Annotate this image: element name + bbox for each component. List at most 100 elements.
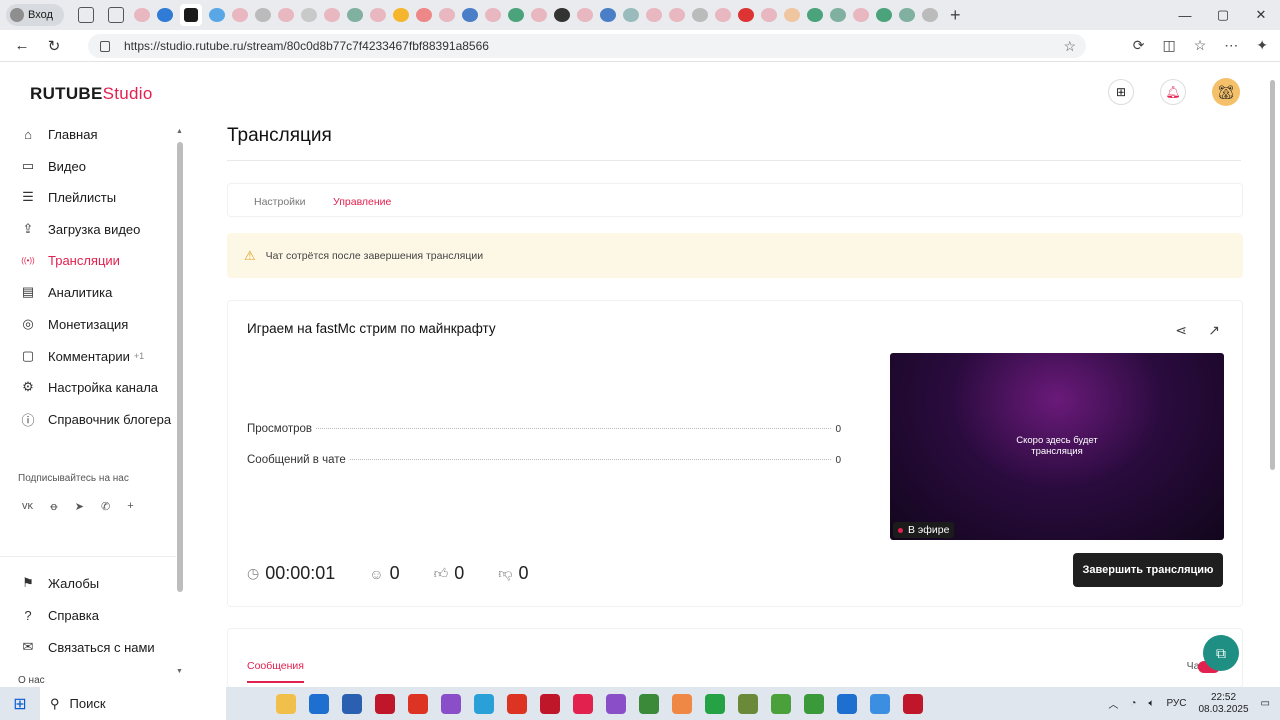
browser-tab[interactable] xyxy=(623,8,639,22)
taskbar-search[interactable]: ⚲ Поиск xyxy=(40,687,226,720)
ok-icon[interactable]: ꝋ xyxy=(50,500,58,513)
taskbar-app-icon[interactable] xyxy=(837,693,857,714)
tab-messages[interactable]: Сообщения xyxy=(247,660,304,672)
sidebar-item[interactable]: ⌂ Главная xyxy=(20,124,97,144)
tray-chevron-icon[interactable]: ︿ xyxy=(1108,696,1118,711)
windows-start-button[interactable]: ⊞ xyxy=(0,687,40,720)
menu-dots-icon[interactable]: ⋯ xyxy=(1224,37,1238,54)
browser-tab[interactable] xyxy=(393,8,409,22)
taskbar-app-icon[interactable] xyxy=(375,693,395,714)
close-window-button[interactable]: ✕ xyxy=(1242,0,1280,30)
page-scrollbar[interactable] xyxy=(1268,70,1277,680)
browser-tab[interactable] xyxy=(439,8,455,22)
sidebar-scroll-up-icon[interactable]: ▲ xyxy=(176,128,183,135)
taskbar-app-icon[interactable] xyxy=(804,693,824,714)
browser-tab[interactable] xyxy=(646,8,662,22)
browser-tab[interactable] xyxy=(807,8,823,22)
taskbar-app-icon[interactable] xyxy=(903,693,923,714)
taskbar-app-icon[interactable] xyxy=(705,693,725,714)
maximize-button[interactable]: ▢ xyxy=(1204,0,1242,30)
sidebar-item[interactable]: ⓘ Справочник блогера xyxy=(20,409,171,429)
add-content-button[interactable]: ⊞ xyxy=(1108,79,1134,105)
back-button[interactable]: ← xyxy=(12,37,32,54)
taskbar-app-icon[interactable] xyxy=(639,693,659,714)
sidebar-item[interactable]: ◎ Монетизация xyxy=(20,314,128,334)
taskbar-app-icon[interactable] xyxy=(606,693,626,714)
browser-tab[interactable] xyxy=(324,8,340,22)
browser-tab[interactable] xyxy=(531,8,547,22)
browser-tab[interactable] xyxy=(180,4,202,26)
favorites-icon[interactable]: ☆ xyxy=(1194,37,1207,54)
taskbar-app-icon[interactable] xyxy=(474,693,494,714)
address-field[interactable]: https://studio.rutube.ru/stream/80c0d8b7… xyxy=(88,34,1086,58)
browser-tab[interactable] xyxy=(370,8,386,22)
browser-tab[interactable] xyxy=(209,8,225,22)
telegram-icon[interactable]: ➤ xyxy=(75,500,84,513)
browser-tab[interactable] xyxy=(485,8,501,22)
sidebar-bottom-item[interactable]: ⚑ Жалобы xyxy=(20,573,99,593)
browser-tab[interactable] xyxy=(784,8,800,22)
browser-tab[interactable] xyxy=(157,8,173,22)
stream-preview[interactable]: Скоро здесь будет трансляция В эфире xyxy=(890,353,1224,540)
taskbar-app-icon[interactable] xyxy=(309,693,329,714)
browser-tab[interactable] xyxy=(301,8,317,22)
end-stream-button[interactable]: Завершить трансляцию xyxy=(1073,553,1223,587)
browser-tab[interactable] xyxy=(554,8,570,22)
browser-tab[interactable] xyxy=(462,8,478,22)
sidebar-item[interactable]: ▭ Видео xyxy=(20,156,86,176)
taskbar-app-icon[interactable] xyxy=(738,693,758,714)
sidebar-item[interactable]: ☰ Плейлисты xyxy=(20,187,116,207)
vk-icon[interactable]: ᴠᴋ xyxy=(22,500,33,513)
browser-tab[interactable] xyxy=(922,8,938,22)
browser-tab[interactable] xyxy=(416,8,432,22)
sidebar-item[interactable]: ⚙ Настройка канала xyxy=(20,377,158,397)
browser-tab[interactable] xyxy=(692,8,708,22)
taskbar-app-icon[interactable] xyxy=(276,693,296,714)
browser-tab[interactable] xyxy=(134,8,150,22)
taskbar-app-icon[interactable] xyxy=(342,693,362,714)
taskbar-app-icon[interactable] xyxy=(507,693,527,714)
browser-tab[interactable] xyxy=(738,8,754,22)
rutube-studio-logo[interactable]: RUTUBEStudio xyxy=(30,84,153,104)
sidebar-scrollbar-thumb[interactable] xyxy=(177,142,183,592)
page-scrollbar-thumb[interactable] xyxy=(1270,80,1275,470)
volume-icon[interactable]: 🔈︎ xyxy=(1148,698,1154,709)
browser-tab[interactable] xyxy=(255,8,271,22)
sidebar-bottom-item[interactable]: ? Справка xyxy=(20,605,99,625)
network-icon[interactable]: ◔ xyxy=(1130,698,1136,709)
browser-tab[interactable] xyxy=(508,8,524,22)
sidebar-scrollbar[interactable]: ▲ ▼ xyxy=(176,128,185,678)
taskbar-app-icon[interactable] xyxy=(441,693,461,714)
browser-tab[interactable] xyxy=(278,8,294,22)
taskbar-clock[interactable]: 22:52 08.03.2025 xyxy=(1198,692,1248,716)
copilot-icon[interactable]: ✦ xyxy=(1256,37,1268,54)
browser-tab[interactable] xyxy=(761,8,777,22)
language-indicator[interactable]: РУС xyxy=(1166,698,1186,709)
reload-button[interactable]: ↻ xyxy=(44,37,64,55)
taskbar-app-icon[interactable] xyxy=(771,693,791,714)
extensions-icon[interactable]: ⟳ xyxy=(1133,37,1145,54)
browser-tab[interactable] xyxy=(830,8,846,22)
minimize-button[interactable]: — xyxy=(1166,0,1204,30)
taskbar-app-icon[interactable] xyxy=(672,693,692,714)
profile-button[interactable]: Вход xyxy=(6,4,64,26)
taskbar-app-icon[interactable] xyxy=(870,693,890,714)
notifications-icon[interactable]: ▭ xyxy=(1261,698,1270,709)
sidebar-bottom-item[interactable]: ✉ Связаться с нами xyxy=(20,637,155,657)
browser-tab[interactable] xyxy=(669,8,685,22)
sidebar-item[interactable]: ▢ Комментарии +1 xyxy=(20,346,144,366)
browser-tab[interactable] xyxy=(853,8,869,22)
notifications-bell-icon[interactable]: 🔔︎ xyxy=(1160,79,1186,105)
user-avatar[interactable]: 🐹︎ xyxy=(1212,78,1240,106)
browser-tab[interactable] xyxy=(577,8,593,22)
browser-tab[interactable] xyxy=(600,8,616,22)
tab-settings[interactable]: Настройки xyxy=(254,196,306,208)
sidebar-item[interactable]: ⇪ Загрузка видео xyxy=(20,219,141,239)
viber-icon[interactable]: ✆ xyxy=(101,500,110,513)
support-chat-button[interactable]: ⧉ xyxy=(1203,635,1239,671)
taskbar-app-icon[interactable] xyxy=(408,693,428,714)
favorite-star-icon[interactable]: ☆ xyxy=(1063,38,1076,55)
more-icon[interactable]: + xyxy=(127,500,133,513)
browser-tab[interactable] xyxy=(715,8,731,22)
browser-tab[interactable] xyxy=(232,8,248,22)
